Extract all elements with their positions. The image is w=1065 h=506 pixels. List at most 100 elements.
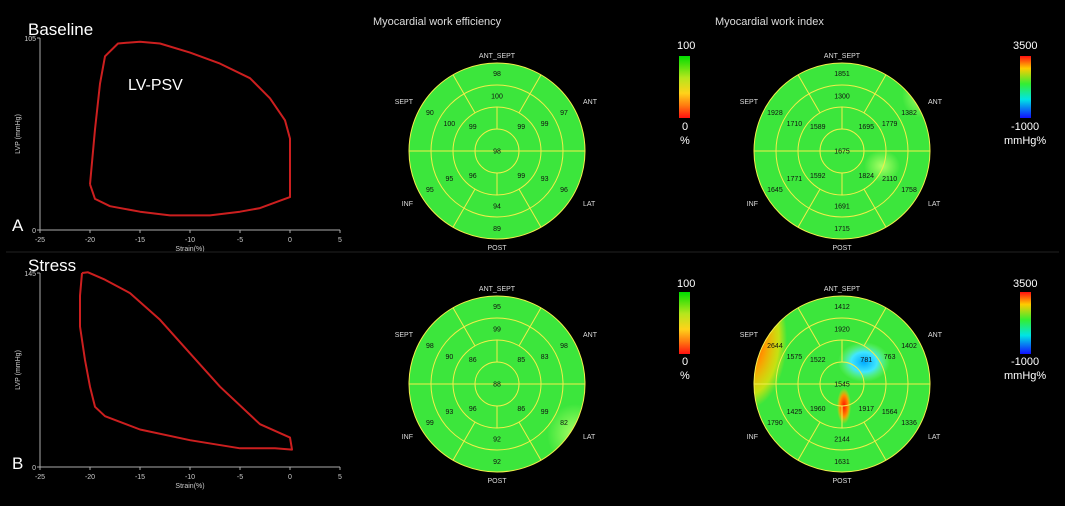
idx-scale-max-a: 3500 xyxy=(1013,40,1038,52)
apical-segment-value: 96 xyxy=(469,406,477,413)
apical-segment-value: 1522 xyxy=(810,357,826,364)
mid-segment-value: 763 xyxy=(884,354,896,361)
mid-segment-value: 1920 xyxy=(834,327,850,334)
apical-segment-value: 99 xyxy=(517,173,525,180)
eff-scale-max-a: 100 xyxy=(677,40,696,52)
x-tick-label: -5 xyxy=(237,474,243,481)
y-tick-label: 0 xyxy=(32,465,36,472)
index-colorbar xyxy=(1020,292,1031,354)
eff-scale-max-b: 100 xyxy=(677,278,696,290)
mid-segment-value: 1691 xyxy=(834,204,850,211)
label-inf: INF xyxy=(747,434,758,441)
mid-segment-value: 1575 xyxy=(787,354,803,361)
label-inf: INF xyxy=(402,434,413,441)
basal-segment-value: 99 xyxy=(426,420,434,427)
basal-segment-value: 1402 xyxy=(901,343,917,350)
apical-segment-value: 86 xyxy=(517,406,525,413)
apical-segment-value: 86 xyxy=(469,357,477,364)
label-lat: LAT xyxy=(583,434,596,441)
basal-segment-value: 92 xyxy=(493,459,501,466)
x-tick-label: -25 xyxy=(35,474,45,481)
x-tick-label: 0 xyxy=(288,237,292,244)
basal-segment-value: 2644 xyxy=(767,343,783,350)
apical-segment-value: 99 xyxy=(469,124,477,131)
mid-segment-value: 92 xyxy=(493,437,501,444)
label-post: POST xyxy=(487,478,507,485)
mid-segment-value: 100 xyxy=(444,121,456,128)
x-tick-label: 0 xyxy=(288,474,292,481)
mid-segment-value: 93 xyxy=(541,176,549,183)
label-lat: LAT xyxy=(928,434,941,441)
basal-segment-value: 97 xyxy=(560,110,568,117)
basal-segment-value: 1790 xyxy=(767,420,783,427)
apical-segment-value: 1695 xyxy=(858,124,874,131)
basal-segment-value: 1631 xyxy=(834,459,850,466)
x-tick-label: -10 xyxy=(185,237,195,244)
mid-segment-value: 93 xyxy=(445,409,453,416)
basal-segment-value: 1412 xyxy=(834,304,850,311)
bullseye-eff-a: 98 97 96 89 95 90 100 99 93 94 95 100 99 99 96 99 98 ANT_… xyxy=(395,53,598,252)
mid-segment-value: 1425 xyxy=(787,409,803,416)
label-ant: ANT xyxy=(583,99,598,106)
y-axis-label: LVP (mmHg) xyxy=(15,114,22,154)
apical-segment-value: 96 xyxy=(469,173,477,180)
label-ant: ANT xyxy=(928,332,943,339)
basal-segment-value: 1851 xyxy=(834,71,850,78)
idx-scale-max-b: 3500 xyxy=(1013,278,1038,290)
label-sept: SEPT xyxy=(395,332,414,339)
idx-scale-unit-a: mmHg% xyxy=(1004,135,1047,147)
index-colorbar xyxy=(1020,56,1031,118)
x-tick-label: -15 xyxy=(135,474,145,481)
label-inf: INF xyxy=(402,201,413,208)
apical-segment-value: 85 xyxy=(517,357,525,364)
hot-region xyxy=(754,296,787,409)
x-tick-label: -10 xyxy=(185,474,195,481)
basal-segment-value: 95 xyxy=(426,187,434,194)
label-lat: LAT xyxy=(928,201,941,208)
mid-segment-value: 99 xyxy=(541,121,549,128)
x-axis-label: Strain(%) xyxy=(175,483,204,490)
label-inf: INF xyxy=(747,201,758,208)
efficiency-colorbar xyxy=(679,292,690,354)
eff-scale-min-a: 0 xyxy=(682,121,689,133)
basal-segment-value: 90 xyxy=(426,110,434,117)
mid-segment-value: 95 xyxy=(445,176,453,183)
lv-psv-annotation: LV-PSV xyxy=(128,77,183,94)
label-ant: ANT xyxy=(583,332,598,339)
x-tick-label: -5 xyxy=(237,237,243,244)
mid-segment-value: 83 xyxy=(541,354,549,361)
basal-segment-value: 98 xyxy=(493,71,501,78)
index-column-title: Myocardial work index xyxy=(715,16,824,28)
label-post: POST xyxy=(832,478,852,485)
label-sept: SEPT xyxy=(395,99,414,106)
idx-scale-min-a: -1000 xyxy=(1011,121,1040,133)
y-axis-label: LVP (mmHg) xyxy=(15,350,22,390)
basal-segment-value: 1928 xyxy=(767,110,783,117)
x-tick-label: -20 xyxy=(85,474,95,481)
apex-segment-value: 1675 xyxy=(834,149,850,156)
efficiency-colorbar xyxy=(679,56,690,118)
mid-segment-value: 1779 xyxy=(882,121,898,128)
mid-segment-value: 1710 xyxy=(787,121,803,128)
label-lat: LAT xyxy=(583,201,596,208)
mid-segment-value: 100 xyxy=(491,94,503,101)
bullseye-idx-a: 1851 1382 1758 1715 1645 1928 1300 1779 2110 1691… xyxy=(740,53,943,252)
mid-segment-value: 2144 xyxy=(834,437,850,444)
stress-title: Stress xyxy=(28,256,77,275)
mid-segment-value: 90 xyxy=(445,354,453,361)
mid-segment-value: 1564 xyxy=(882,409,898,416)
label-ant: ANT xyxy=(928,99,943,106)
basal-segment-value: 1715 xyxy=(834,226,850,233)
label-ant-sept: ANT_SEPT xyxy=(479,53,516,60)
label-sept: SEPT xyxy=(740,99,759,106)
eff-scale-unit-b: % xyxy=(680,370,690,382)
row-label-b: B xyxy=(12,454,24,473)
basal-segment-value: 98 xyxy=(426,343,434,350)
baseline-title: Baseline xyxy=(28,20,94,39)
mid-segment-value: 1771 xyxy=(787,176,803,183)
apical-segment-value: 1824 xyxy=(858,173,874,180)
apical-segment-value: 1592 xyxy=(810,173,826,180)
basal-segment-value: 96 xyxy=(560,187,568,194)
label-ant-sept: ANT_SEPT xyxy=(479,286,516,293)
x-tick-label: -20 xyxy=(85,237,95,244)
